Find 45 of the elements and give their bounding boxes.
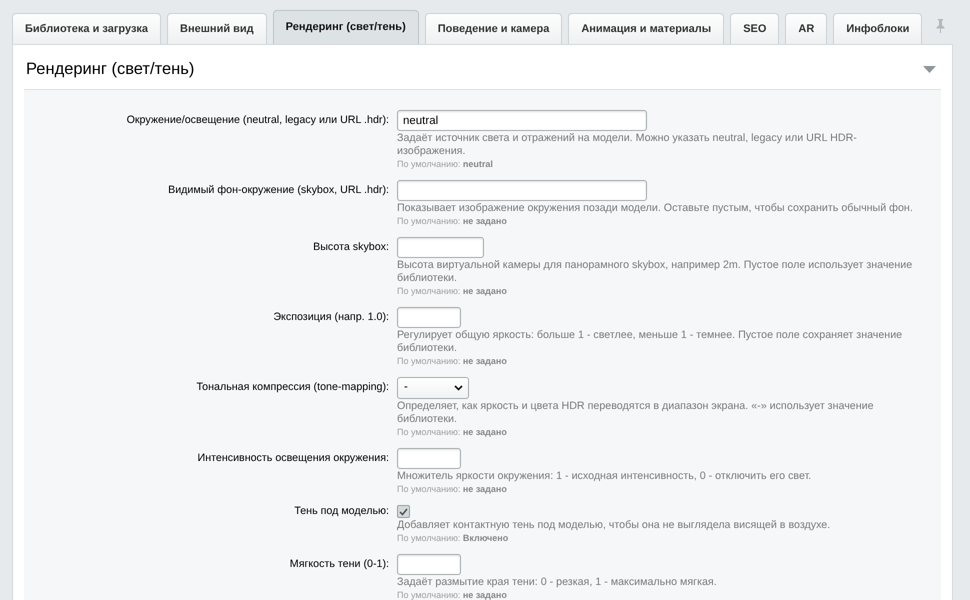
tab[interactable]: Библиотека и загрузка bbox=[12, 13, 162, 44]
select-field[interactable]: - bbox=[397, 377, 469, 399]
text-field[interactable] bbox=[397, 448, 461, 469]
default-value-note: По умолчанию: не задано bbox=[397, 215, 507, 227]
default-value-note: По умолчанию: не задано bbox=[397, 426, 507, 438]
checkbox[interactable] bbox=[397, 505, 410, 518]
help-text: Высота виртуальной камеры для панорамного skybox, например 2m. Пустое поле использует значение библиотеки. bbox=[397, 259, 914, 285]
pin-icon[interactable] bbox=[936, 19, 945, 33]
default-value-note: По умолчанию: neutral bbox=[397, 158, 493, 170]
text-field[interactable] bbox=[397, 180, 647, 201]
text-field[interactable] bbox=[397, 237, 484, 258]
help-text: Задаёт размытие края тени: 0 - резкая, 1 - максимально мягкая. bbox=[397, 576, 717, 589]
default-value-note: По умолчанию: не задано bbox=[397, 355, 507, 367]
tab[interactable]: Инфоблоки bbox=[833, 13, 922, 44]
section-title: Рендеринг (свет/тень) bbox=[26, 58, 194, 80]
help-text: Добавляет контактную тень под моделью, чтобы она не выглядела висящей в воздухе. bbox=[397, 519, 830, 532]
help-text: Определяет, как яркость и цвета HDR переводятся в диапазон экрана. «-» использует значение библиотеки. bbox=[397, 400, 875, 426]
tab[interactable]: Рендеринг (свет/тень) bbox=[272, 10, 419, 44]
default-value-note: По умолчанию: не задано bbox=[397, 483, 507, 495]
help-text: Регулирует общую яркость: больше 1 - светлее, меньше 1 - темнее. Пустое поле сохраняет значение библиотеки. bbox=[397, 329, 904, 355]
tab[interactable]: Внешний вид bbox=[167, 13, 267, 44]
tab[interactable]: AR bbox=[785, 13, 828, 44]
field-label: Интенсивность освещения окружения: bbox=[198, 452, 389, 465]
text-field[interactable] bbox=[397, 307, 461, 328]
default-value-note: По умолчанию: не задано bbox=[397, 589, 507, 600]
collapse-triangle-icon[interactable] bbox=[923, 66, 936, 72]
field-label: Видимый фон-окружение (skybox, URL .hdr): bbox=[168, 184, 389, 197]
tab[interactable]: Анимация и материалы bbox=[568, 13, 724, 44]
help-text: Множитель яркости окружения: 1 - исходная интенсивность, 0 - отключить его свет. bbox=[397, 470, 812, 483]
checkmark-icon bbox=[399, 508, 408, 516]
help-text: Задаёт источник света и отражений на модели. Можно указать neutral, legacy или URL HDR-изображения. bbox=[397, 132, 858, 158]
tab[interactable]: SEO bbox=[730, 13, 780, 44]
default-value-note: По умолчанию: Включено bbox=[397, 532, 508, 544]
field-label: Тень под моделью: bbox=[294, 505, 389, 518]
field-label: Высота skybox: bbox=[313, 241, 389, 254]
field-label: Экспозиция (напр. 1.0): bbox=[273, 311, 389, 324]
chevron-down-icon bbox=[454, 385, 463, 391]
field-label: Мягкость тени (0-1): bbox=[290, 558, 389, 571]
help-text: Показывает изображение окружения позади модели. Оставьте пустым, чтобы сохранить обычный фон. bbox=[397, 202, 913, 215]
default-value-note: По умолчанию: не задано bbox=[397, 285, 507, 297]
field-label: Тональная компрессия (tone-mapping): bbox=[196, 381, 389, 394]
tab[interactable]: Поведение и камера bbox=[424, 13, 562, 44]
field-label: Окружение/освещение (neutral, legacy или URL .hdr): bbox=[126, 114, 389, 127]
text-field[interactable]: neutral bbox=[397, 110, 647, 131]
text-field[interactable] bbox=[397, 554, 461, 575]
